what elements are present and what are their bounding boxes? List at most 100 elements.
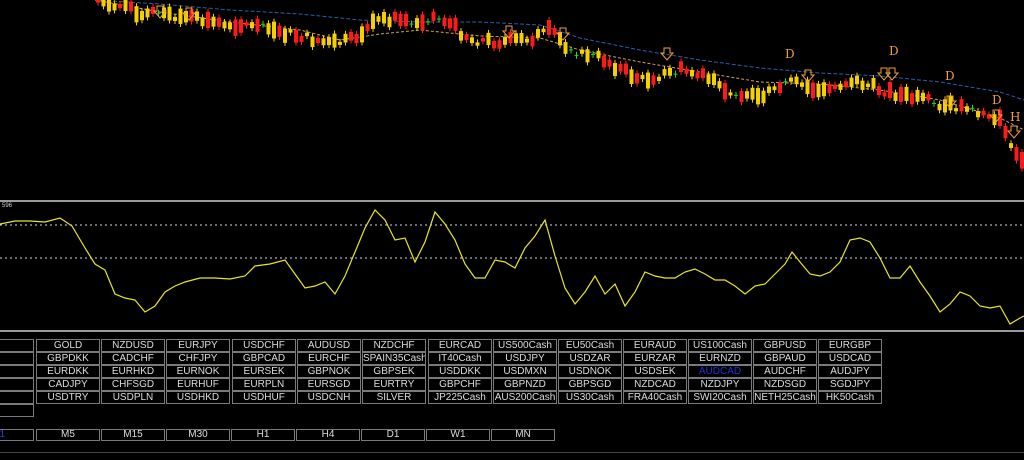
symbol-button-usdnok[interactable]: USDNOK bbox=[558, 365, 622, 378]
symbol-button-pjpy[interactable]: PJPY bbox=[0, 365, 34, 378]
symbol-button-nzdsgd[interactable]: NZDSGD bbox=[753, 378, 817, 391]
symbol-button-chfjpy[interactable]: CHFJPY bbox=[166, 352, 230, 365]
symbol-button-usd[interactable]: USD bbox=[0, 339, 34, 352]
timeframe-button-m30[interactable]: M30 bbox=[166, 429, 230, 441]
symbol-button-eursek[interactable]: EURSEK bbox=[232, 365, 296, 378]
symbol-button-usdhuf[interactable]: USDHUF bbox=[232, 391, 296, 404]
symbol-button-us30cash[interactable]: US30Cash bbox=[558, 391, 622, 404]
symbol-button-nzdusd[interactable]: NZDUSD bbox=[101, 339, 165, 352]
candle bbox=[448, 18, 452, 29]
symbol-button-spain35cash[interactable]: SPAIN35Cash bbox=[362, 352, 426, 365]
symbol-button-eu50cash[interactable]: EU50Cash bbox=[558, 339, 622, 352]
symbol-button-eurchf[interactable]: EURCHF bbox=[297, 352, 361, 365]
symbol-button-eurgbp[interactable]: EURGBP bbox=[818, 339, 882, 352]
candle bbox=[866, 83, 870, 88]
candle bbox=[266, 23, 271, 35]
candle bbox=[651, 75, 656, 85]
symbol-button-nzdcad[interactable]: NZDCAD bbox=[623, 378, 687, 391]
symbol-button-gbpchf[interactable]: GBPCHF bbox=[428, 378, 492, 391]
candle bbox=[283, 28, 287, 43]
candle bbox=[409, 23, 414, 25]
oscillator-panel[interactable] bbox=[0, 202, 1024, 330]
symbol-button-eurtry[interactable]: EURTRY bbox=[362, 378, 426, 391]
candle bbox=[679, 61, 683, 72]
symbol-button-0cash[interactable]: 0Cash bbox=[0, 352, 34, 365]
symbol-button-cadchf[interactable]: CADCHF bbox=[101, 352, 165, 365]
symbol-button-us100cash[interactable]: US100Cash bbox=[688, 339, 752, 352]
symbol-button-eurnok[interactable]: EURNOK bbox=[166, 365, 230, 378]
symbol-button-gbpsgd[interactable]: GBPSGD bbox=[558, 378, 622, 391]
symbol-button-usdjpy[interactable]: USDJPY bbox=[493, 352, 557, 365]
symbol-button-cadjpy[interactable]: CADJPY bbox=[36, 378, 100, 391]
symbol-button-usdmxn[interactable]: USDMXN bbox=[493, 365, 557, 378]
symbol-button-chfsgd[interactable]: CHFSGD bbox=[101, 378, 165, 391]
timeframe-button-1[interactable]: 1 bbox=[0, 429, 34, 441]
timeframe-button-m15[interactable]: M15 bbox=[101, 429, 165, 441]
symbol-button-eurhkd[interactable]: EURHKD bbox=[101, 365, 165, 378]
symbol-button-sgdjpy[interactable]: SGDJPY bbox=[818, 378, 882, 391]
symbol-button-eurnzd[interactable]: EURNZD bbox=[688, 352, 752, 365]
symbol-button-nzdchf[interactable]: NZDCHF bbox=[362, 339, 426, 352]
symbol-button-0cash[interactable]: 0Cash bbox=[0, 404, 34, 417]
timeframe-button-h1[interactable]: H1 bbox=[231, 429, 295, 441]
symbol-button-audjpy[interactable]: AUDJPY bbox=[818, 365, 882, 378]
symbol-button-usdhkd[interactable]: USDHKD bbox=[166, 391, 230, 404]
candle bbox=[563, 42, 568, 54]
candle bbox=[481, 38, 485, 42]
symbol-button-gbpnok[interactable]: GBPNOK bbox=[297, 365, 361, 378]
timeframe-button-d1[interactable]: D1 bbox=[361, 429, 425, 441]
timeframe-button-w1[interactable]: W1 bbox=[426, 429, 490, 441]
symbol-button-sgd[interactable]: SGD bbox=[0, 391, 34, 404]
symbol-button-silver[interactable]: SILVER bbox=[362, 391, 426, 404]
symbol-button-jp225cash[interactable]: JP225Cash bbox=[428, 391, 492, 404]
symbol-button-usdcnh[interactable]: USDCNH bbox=[297, 391, 361, 404]
symbol-button-gbpaud[interactable]: GBPAUD bbox=[753, 352, 817, 365]
symbol-button-usdzar[interactable]: USDZAR bbox=[558, 352, 622, 365]
symbol-button-eurpln[interactable]: EURPLN bbox=[232, 378, 296, 391]
symbol-button-swi20cash[interactable]: SWI20Cash bbox=[688, 391, 752, 404]
candle bbox=[486, 32, 491, 46]
price-chart[interactable]: D DDDH bbox=[0, 0, 1024, 200]
symbol-button-eurdkk[interactable]: EURDKK bbox=[36, 365, 100, 378]
symbol-button-gbpusd[interactable]: GBPUSD bbox=[753, 339, 817, 352]
symbol-button-eursgd[interactable]: EURSGD bbox=[297, 378, 361, 391]
symbol-button-us500cash[interactable]: US500Cash bbox=[493, 339, 557, 352]
symbol-button-neth25cash[interactable]: NETH25Cash bbox=[753, 391, 817, 404]
oscillator-line bbox=[0, 209, 1024, 325]
panel-separator-bottom bbox=[0, 330, 1024, 332]
candle bbox=[239, 19, 243, 33]
symbol-button-gold[interactable]: GOLD bbox=[36, 339, 100, 352]
symbol-button-hk50cash[interactable]: HK50Cash bbox=[818, 391, 882, 404]
symbol-button-usddkk[interactable]: USDDKK bbox=[428, 365, 492, 378]
symbol-button-gbpnzd[interactable]: GBPNZD bbox=[493, 378, 557, 391]
symbol-button-audusd[interactable]: AUDUSD bbox=[297, 339, 361, 352]
symbol-button-it40cash[interactable]: IT40Cash bbox=[428, 352, 492, 365]
symbol-button-eurzar[interactable]: EURZAR bbox=[623, 352, 687, 365]
symbol-button-gbpsek[interactable]: GBPSEK bbox=[362, 365, 426, 378]
symbol-button-usdpln[interactable]: USDPLN bbox=[101, 391, 165, 404]
candle bbox=[387, 16, 392, 28]
symbol-button-dnzd[interactable]: DNZD bbox=[0, 378, 34, 391]
signal-markers: D DDDH bbox=[152, 5, 1022, 139]
symbol-button-euraud[interactable]: EURAUD bbox=[623, 339, 687, 352]
symbol-button-nzdjpy[interactable]: NZDJPY bbox=[688, 378, 752, 391]
timeframe-button-m5[interactable]: M5 bbox=[36, 429, 100, 441]
symbol-button-usdcad[interactable]: USDCAD bbox=[818, 352, 882, 365]
symbol-button-eurjpy[interactable]: EURJPY bbox=[166, 339, 230, 352]
symbol-button-gbpcad[interactable]: GBPCAD bbox=[232, 352, 296, 365]
symbol-button-fra40cash[interactable]: FRA40Cash bbox=[623, 391, 687, 404]
symbol-button-eurhuf[interactable]: EURHUF bbox=[166, 378, 230, 391]
symbol-button-eurcad[interactable]: EURCAD bbox=[428, 339, 492, 352]
candle bbox=[712, 73, 716, 86]
timeframe-button-mn[interactable]: MN bbox=[491, 429, 555, 441]
symbol-button-audcad[interactable]: AUDCAD bbox=[688, 365, 752, 378]
symbol-button-gbpdkk[interactable]: GBPDKK bbox=[36, 352, 100, 365]
candle bbox=[228, 22, 232, 30]
symbol-button-usdchf[interactable]: USDCHF bbox=[232, 339, 296, 352]
candle bbox=[519, 32, 524, 44]
symbol-button-usdsek[interactable]: USDSEK bbox=[623, 365, 687, 378]
timeframe-button-h4[interactable]: H4 bbox=[296, 429, 360, 441]
symbol-button-usdtry[interactable]: USDTRY bbox=[36, 391, 100, 404]
symbol-button-aus200cash[interactable]: AUS200Cash bbox=[493, 391, 557, 404]
symbol-button-audchf[interactable]: AUDCHF bbox=[753, 365, 817, 378]
